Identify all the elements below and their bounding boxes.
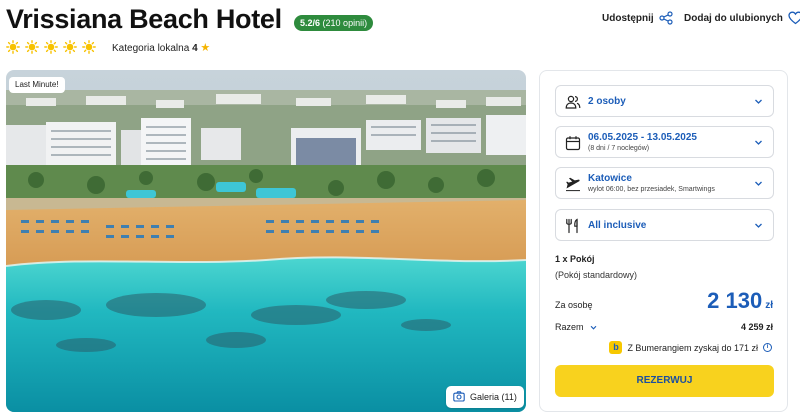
hotel-photo[interactable]: Last Minute! <box>6 70 526 412</box>
per-person-label: Za osobę <box>555 300 593 310</box>
chevron-down-icon <box>754 138 763 147</box>
board-value: All inclusive <box>588 220 647 231</box>
room-type: (Pokój standardowy) <box>555 270 638 280</box>
sun-rating <box>6 40 96 54</box>
share-button[interactable]: Udostępnij <box>602 11 673 25</box>
camera-icon <box>453 390 465 404</box>
dates-sub: (8 dni / 7 noclegów) <box>588 145 650 152</box>
currency: zł <box>765 300 773 311</box>
persons-select[interactable]: 2 osoby <box>555 85 774 117</box>
reserve-button[interactable]: REZERWUJ <box>555 365 774 397</box>
bumerang-logo-icon: b <box>609 341 623 354</box>
booking-panel: 2 osoby 06.05.2025 - 13.05.2025 (8 dni /… <box>539 70 788 412</box>
total-price: 4 259 zł <box>740 322 773 332</box>
total-label: Razem <box>555 322 584 332</box>
share-label: Udostępnij <box>602 12 654 24</box>
dates-select[interactable]: 06.05.2025 - 13.05.2025 (8 dni / 7 nocle… <box>555 126 774 158</box>
board-select[interactable]: All inclusive <box>555 209 774 241</box>
total-toggle[interactable]: Razem <box>555 322 597 332</box>
category-value: 4 <box>192 43 198 54</box>
rating-count: (210 opinii) <box>322 18 368 28</box>
per-person-price: 2 130 zł <box>707 288 773 314</box>
hotel-title: Vrissiana Beach Hotel <box>6 4 282 34</box>
calendar-icon <box>565 135 581 151</box>
last-minute-badge: Last Minute! <box>9 77 65 93</box>
dates-value: 06.05.2025 - 13.05.2025 <box>588 132 697 143</box>
favorite-label: Dodaj do ulubionych <box>684 12 783 24</box>
gallery-button[interactable]: Galeria (11) <box>446 386 524 408</box>
chevron-down-icon <box>754 97 763 106</box>
chevron-down-icon <box>754 221 763 230</box>
sun-icon <box>25 40 39 54</box>
sun-icon <box>6 40 20 54</box>
gallery-label: Galeria (11) <box>470 392 517 402</box>
category-label: Kategoria lokalna <box>112 43 190 54</box>
rating-badge[interactable]: 5.2/6 (210 opinii) <box>294 15 374 31</box>
cutlery-icon <box>565 218 581 234</box>
share-icon <box>659 11 673 25</box>
sun-icon <box>63 40 77 54</box>
sun-icon <box>82 40 96 54</box>
star-icon: ★ <box>200 42 211 54</box>
chevron-down-icon <box>754 179 763 188</box>
room-count-value: 1 x Pokój <box>555 254 595 264</box>
persons-icon <box>565 94 581 110</box>
chevron-down-icon <box>590 325 596 330</box>
info-icon[interactable]: i <box>763 343 772 352</box>
room-count: 1 x Pokój <box>555 254 595 264</box>
local-category: Kategoria lokalna 4 ★ <box>112 41 210 54</box>
bumerang-info[interactable]: b Z Bumerangiem zyskaj do 171 zł i <box>609 341 772 354</box>
departure-select[interactable]: Katowice wylot 06:00, bez przesiadek, Sm… <box>555 167 774 199</box>
sun-icon <box>44 40 58 54</box>
hotel-header: Vrissiana Beach Hotel 5.2/6 (210 opinii)… <box>0 0 800 64</box>
departure-sub: wylot 06:00, bez przesiadek, Smartwings <box>588 186 715 193</box>
persons-value: 2 osoby <box>588 96 626 107</box>
plane-icon <box>565 176 581 192</box>
favorite-button[interactable]: Dodaj do ulubionych <box>684 11 800 25</box>
heart-icon <box>788 11 800 25</box>
rating-value: 5.2/6 <box>300 18 321 28</box>
per-person-price-value: 2 130 <box>707 288 763 313</box>
departure-city: Katowice <box>588 173 632 184</box>
bumerang-text: Z Bumerangiem zyskaj do 171 zł <box>627 342 758 353</box>
beach-aerial-image <box>6 70 526 412</box>
